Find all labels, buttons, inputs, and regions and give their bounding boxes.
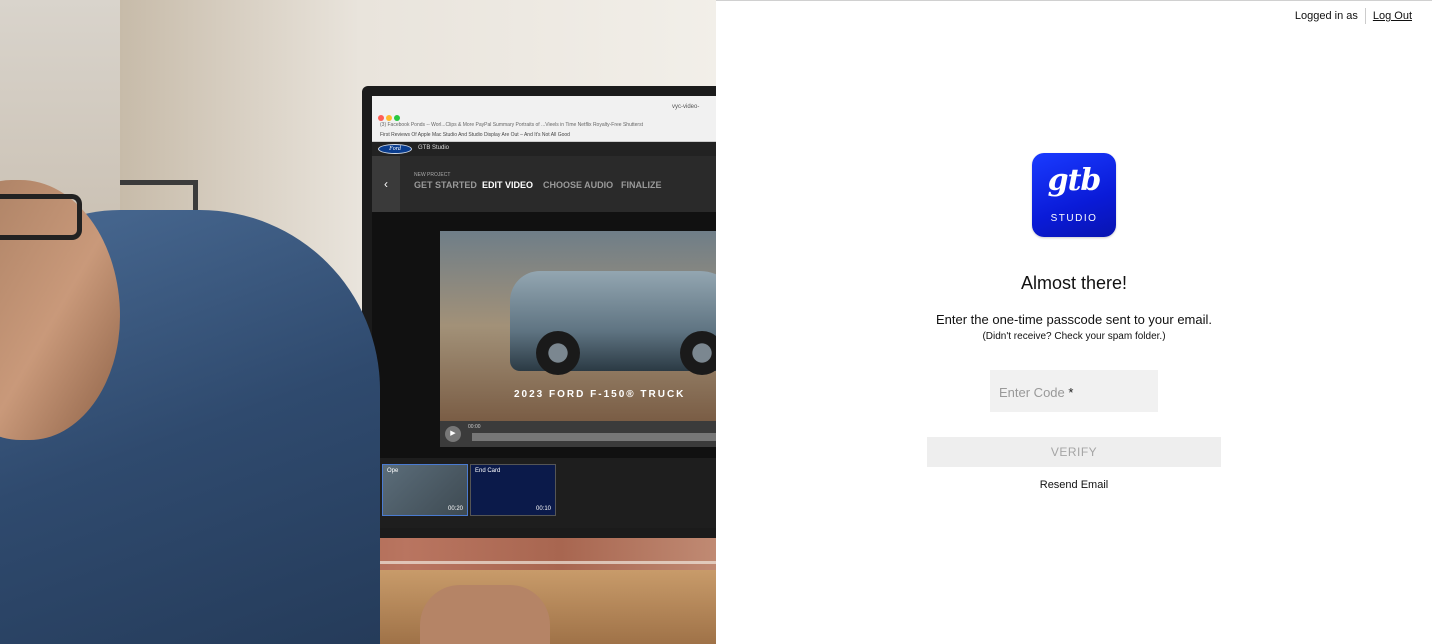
step-edit-video: EDIT VIDEO <box>482 180 534 190</box>
logo-subtitle: STUDIO <box>1050 213 1098 224</box>
monitor-screen: vyc-video- (3) Facebook Ponds -- Worl...… <box>372 96 716 528</box>
browser-bookmarks: (3) Facebook Ponds -- Worl...Clips & Mor… <box>380 122 643 128</box>
clip-thumbnail: Ope 00:20 <box>382 464 468 516</box>
hero-image: vyc-video- (3) Facebook Ponds -- Worl...… <box>0 0 716 644</box>
video-controls: ▶ 00:00 <box>440 421 716 447</box>
clip-duration: 00:20 <box>447 506 463 512</box>
video-preview: 2023 FORD F-150® TRUCK <box>440 231 716 421</box>
code-input-placeholder: Enter Code * <box>999 385 1073 400</box>
clip-duration: 00:10 <box>535 506 551 512</box>
browser-url: vyc-video- <box>672 104 700 110</box>
minimize-dot-icon <box>386 115 392 121</box>
verify-button[interactable]: VERIFY <box>927 437 1221 467</box>
step-finalize: FINALIZE <box>621 180 662 190</box>
clip-label: Ope <box>387 468 399 474</box>
ford-logo: Ford <box>378 144 412 154</box>
logo-mark: gtb <box>1047 163 1102 198</box>
clip-label: End Card <box>475 468 501 474</box>
clip-thumbnail: End Card 00:10 <box>470 464 556 516</box>
video-title: 2023 FORD F-150® TRUCK <box>514 389 686 400</box>
instruction-text: Enter the one-time passcode sent to your… <box>935 312 1213 327</box>
required-marker: * <box>1068 385 1074 400</box>
browser-toolbar: vyc-video- (3) Facebook Ponds -- Worl...… <box>372 96 716 142</box>
step-get-started: GET STARTED <box>414 180 477 190</box>
hero-person <box>0 180 380 644</box>
gtb-studio-logo: gtb STUDIO <box>1032 153 1116 237</box>
truck-wheel <box>680 331 716 375</box>
play-icon: ▶ <box>445 426 461 442</box>
clip-timeline: Ope 00:20 End Card 00:10 <box>372 458 716 528</box>
zoom-dot-icon <box>394 115 400 121</box>
ford-logo-text: Ford <box>389 146 401 152</box>
truck-wheel <box>536 331 580 375</box>
video-timecode: 00:00 <box>468 424 481 430</box>
step-choose-audio: CHOOSE AUDIO <box>543 180 614 190</box>
glasses <box>0 194 82 240</box>
app-name: GTB Studio <box>418 145 450 151</box>
video-scrubber <box>472 433 716 441</box>
page-title: Almost there! <box>1020 273 1128 293</box>
hero-monitor: vyc-video- (3) Facebook Ponds -- Worl...… <box>362 86 716 538</box>
app-topbar: Ford GTB Studio <box>372 142 716 156</box>
close-dot-icon <box>378 115 384 121</box>
new-project-label: NEW PROJECT <box>414 172 451 178</box>
browser-tab-text: First Reviews Of Apple Mac Studio And St… <box>380 132 570 138</box>
verify-panel: gtb STUDIO Almost there! Enter the one-t… <box>716 0 1432 644</box>
spam-hint: (Didn't receive? Check your spam folder.… <box>982 331 1166 342</box>
hero-hand <box>420 585 550 644</box>
hero-person-head <box>0 180 120 440</box>
code-input[interactable]: Enter Code * <box>990 370 1158 412</box>
resend-email-link[interactable]: Resend Email <box>716 479 1432 491</box>
step-nav: ‹ NEW PROJECT GET STARTED EDIT VIDEO CHO… <box>372 156 716 212</box>
code-placeholder-text: Enter Code <box>999 385 1065 400</box>
chevron-left-icon: ‹ <box>372 156 400 212</box>
